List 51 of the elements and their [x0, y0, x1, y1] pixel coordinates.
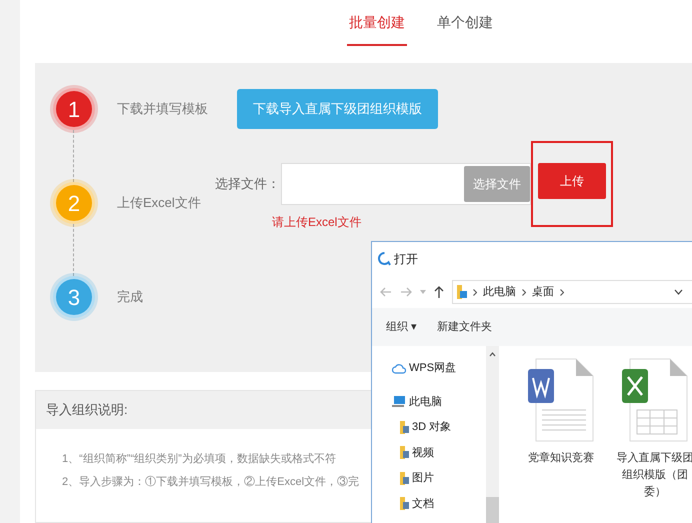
- hint-text: 请上传Excel文件: [272, 214, 362, 231]
- instruction-text: 1、“组织简称”“组织类别”为必填项，数据缺失或格式不符: [62, 452, 336, 467]
- folder-icon: [457, 285, 467, 299]
- scrollbar[interactable]: [486, 346, 499, 523]
- folder-icon: [400, 497, 409, 510]
- step-number: 2: [53, 182, 95, 224]
- nav-item[interactable]: 视频: [392, 444, 486, 461]
- instruction-text: 2、导入步骤为：①下载并填写模板，②上传Excel文件，③完: [62, 474, 360, 490]
- forward-arrow-icon[interactable]: [400, 287, 412, 297]
- folder-icon: [400, 420, 409, 434]
- app-icon: [378, 252, 391, 266]
- nav-item[interactable]: 图片: [392, 470, 486, 486]
- scroll-thumb[interactable]: [486, 497, 499, 523]
- file-name[interactable]: 导入直属下级团组织模版（团委）: [615, 450, 692, 501]
- step-label: 下载并填写模板: [117, 100, 208, 118]
- up-arrow-icon[interactable]: [434, 286, 444, 298]
- file-label: 选择文件：: [215, 175, 280, 194]
- scroll-up-icon[interactable]: [489, 352, 496, 357]
- folder-icon: [400, 472, 409, 485]
- chevron-icon: [560, 288, 564, 296]
- word-document-icon: [528, 358, 594, 442]
- upload-button[interactable]: 上传: [538, 163, 606, 199]
- nav-item[interactable]: 文档: [392, 496, 486, 512]
- caret-icon[interactable]: [420, 290, 426, 294]
- dialog-title: 打开: [394, 251, 418, 268]
- nav-item[interactable]: 此电脑: [392, 394, 486, 410]
- step-number: 1: [53, 88, 95, 130]
- tab[interactable]: 批量创建: [347, 0, 407, 46]
- back-arrow-icon[interactable]: [380, 287, 392, 297]
- step-label: 上传Excel文件: [117, 194, 201, 212]
- folder-icon: [400, 446, 409, 460]
- toolbar-button[interactable]: 新建文件夹: [437, 318, 492, 336]
- step-connector: [73, 130, 74, 182]
- dropdown-chevron-icon[interactable]: [674, 289, 683, 295]
- breadcrumb-item[interactable]: 此电脑: [483, 284, 516, 300]
- address-bar[interactable]: 此电脑 桌面: [452, 280, 692, 304]
- tab[interactable]: 单个创建: [435, 0, 495, 46]
- step-connector: [73, 224, 74, 276]
- breadcrumb-item[interactable]: 桌面: [532, 284, 554, 300]
- cloud-icon: [392, 362, 406, 374]
- computer-icon: [392, 396, 406, 408]
- step-number: 3: [53, 276, 95, 318]
- nav-item[interactable]: WPS网盘: [392, 360, 486, 376]
- chevron-icon: [473, 288, 477, 296]
- chevron-icon: [522, 288, 526, 296]
- file-name[interactable]: 党章知识竞赛: [528, 450, 594, 467]
- excel-spreadsheet-icon: [622, 358, 688, 442]
- step-label: 完成: [117, 288, 143, 306]
- toolbar-button[interactable]: 组织 ▾: [386, 318, 418, 336]
- nav-item[interactable]: 3D 对象: [392, 419, 486, 436]
- instructions-title: 导入组织说明:: [46, 401, 128, 420]
